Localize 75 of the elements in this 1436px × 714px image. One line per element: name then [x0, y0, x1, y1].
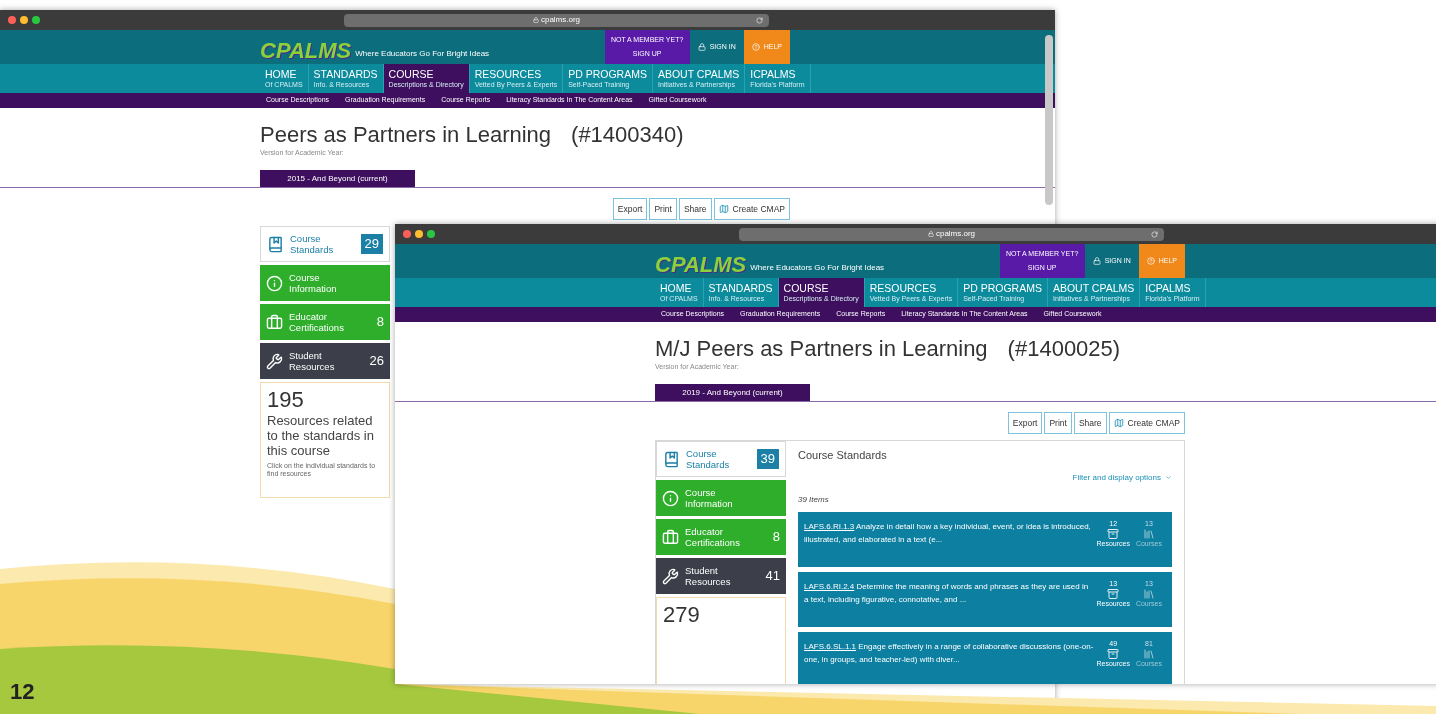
action-button[interactable]: Share	[678, 198, 712, 220]
wrench-icon	[662, 567, 679, 585]
items-count: 39 Items	[798, 493, 830, 506]
standard-link[interactable]: LAFS.6.SL.1.1	[804, 641, 857, 651]
info-icon	[662, 489, 679, 507]
help-icon	[1146, 257, 1155, 265]
logo[interactable]: CPALMS	[655, 254, 747, 276]
archive-icon[interactable]	[1107, 527, 1120, 540]
summary-text: Resources related to the standards in this course	[267, 413, 375, 458]
map-icon	[718, 204, 729, 214]
book-icon	[663, 450, 680, 468]
standard-description: LAFS.6.RI.1.3 Analyze in detail how a key individual, event, or idea is introduced, illustrated, and elaborated in a text (e...	[804, 520, 1092, 546]
briefcase-icon	[266, 313, 283, 331]
map-icon	[1113, 418, 1124, 428]
filter-options-button[interactable]: Filter and display options	[1072, 471, 1172, 484]
help-icon	[751, 43, 760, 51]
minimize-window-button[interactable]	[415, 230, 423, 238]
version-tab[interactable]: 2015 - And Beyond (current)	[260, 170, 415, 187]
resource-count: 279	[663, 602, 701, 628]
scrollbar[interactable]	[1045, 35, 1053, 205]
action-button[interactable]: Create CMAP	[713, 198, 790, 220]
lock-icon	[927, 231, 934, 237]
action-button[interactable]: Export	[612, 198, 648, 220]
lock-icon	[697, 43, 706, 51]
sidebar-item[interactable]: Educator Certifications 8	[260, 304, 390, 340]
reload-icon[interactable]	[1151, 230, 1158, 238]
info-icon	[266, 274, 283, 292]
address-bar[interactable]: cpalms.org	[344, 13, 769, 27]
sidebar-item[interactable]: Student Resources 41	[656, 558, 786, 594]
action-button[interactable]: Print	[649, 198, 677, 220]
course-title: Peers as Partners in Learning	[260, 122, 552, 148]
books-icon[interactable]	[1142, 587, 1155, 600]
page-number: 12	[10, 678, 35, 706]
tagline: Where Educators Go For Bright Ideas	[750, 262, 885, 274]
course-number: (#1400340)	[571, 122, 684, 148]
reload-icon[interactable]	[756, 16, 763, 24]
action-button[interactable]: Export	[1007, 412, 1043, 434]
url-text: cpalms.org	[935, 228, 976, 240]
briefcase-icon	[662, 528, 679, 546]
tagline: Where Educators Go For Bright Ideas	[355, 48, 490, 60]
course-title: M/J Peers as Partners in Learning	[655, 336, 988, 362]
chevron-down-icon	[1165, 474, 1172, 481]
sidebar-item[interactable]: Course Information	[656, 480, 786, 516]
sidebar-item[interactable]: Student Resources 26	[260, 343, 390, 379]
action-button[interactable]: Share	[1073, 412, 1107, 434]
sidebar-item[interactable]: Course Standards 29	[260, 226, 390, 262]
close-window-button[interactable]	[403, 230, 411, 238]
sidebar-item[interactable]: Course Standards 39	[656, 441, 786, 477]
url-text: cpalms.org	[540, 14, 581, 26]
address-bar[interactable]: cpalms.org	[739, 227, 1164, 241]
book-icon	[267, 235, 284, 253]
standard-description: LAFS.6.SL.1.1 Engage effectively in a range of collaborative discussions (one-on-one, in groups, and teacher-led) with diver...	[804, 640, 1094, 666]
logo[interactable]: CPALMS	[260, 40, 352, 62]
standard-link[interactable]: LAFS.6.RI.2.4	[804, 581, 855, 591]
close-window-button[interactable]	[8, 16, 16, 24]
archive-icon[interactable]	[1107, 647, 1120, 660]
books-icon[interactable]	[1142, 527, 1155, 540]
panel-title: Course Standards	[798, 448, 888, 463]
course-number: (#1400025)	[1007, 336, 1121, 362]
resource-count: 195	[267, 387, 305, 413]
action-button[interactable]: Print	[1044, 412, 1072, 434]
sidebar-item[interactable]: Course Information	[260, 265, 390, 301]
lock-icon	[1092, 257, 1101, 265]
version-tab[interactable]: 2019 - And Beyond (current)	[655, 384, 810, 401]
minimize-window-button[interactable]	[20, 16, 28, 24]
sidebar-item[interactable]: Educator Certifications 8	[656, 519, 786, 555]
lock-icon	[532, 17, 539, 23]
archive-icon[interactable]	[1107, 587, 1120, 600]
standard-description: LAFS.6.RI.2.4 Determine the meaning of words and phrases as they are used in a text, including figurative, connotative, and ...	[804, 580, 1090, 606]
zoom-window-button[interactable]	[32, 16, 40, 24]
books-icon[interactable]	[1142, 647, 1155, 660]
action-button[interactable]: Create CMAP	[1108, 412, 1185, 434]
wrench-icon	[266, 352, 283, 370]
standard-link[interactable]: LAFS.6.RI.1.3	[804, 521, 855, 531]
zoom-window-button[interactable]	[427, 230, 435, 238]
